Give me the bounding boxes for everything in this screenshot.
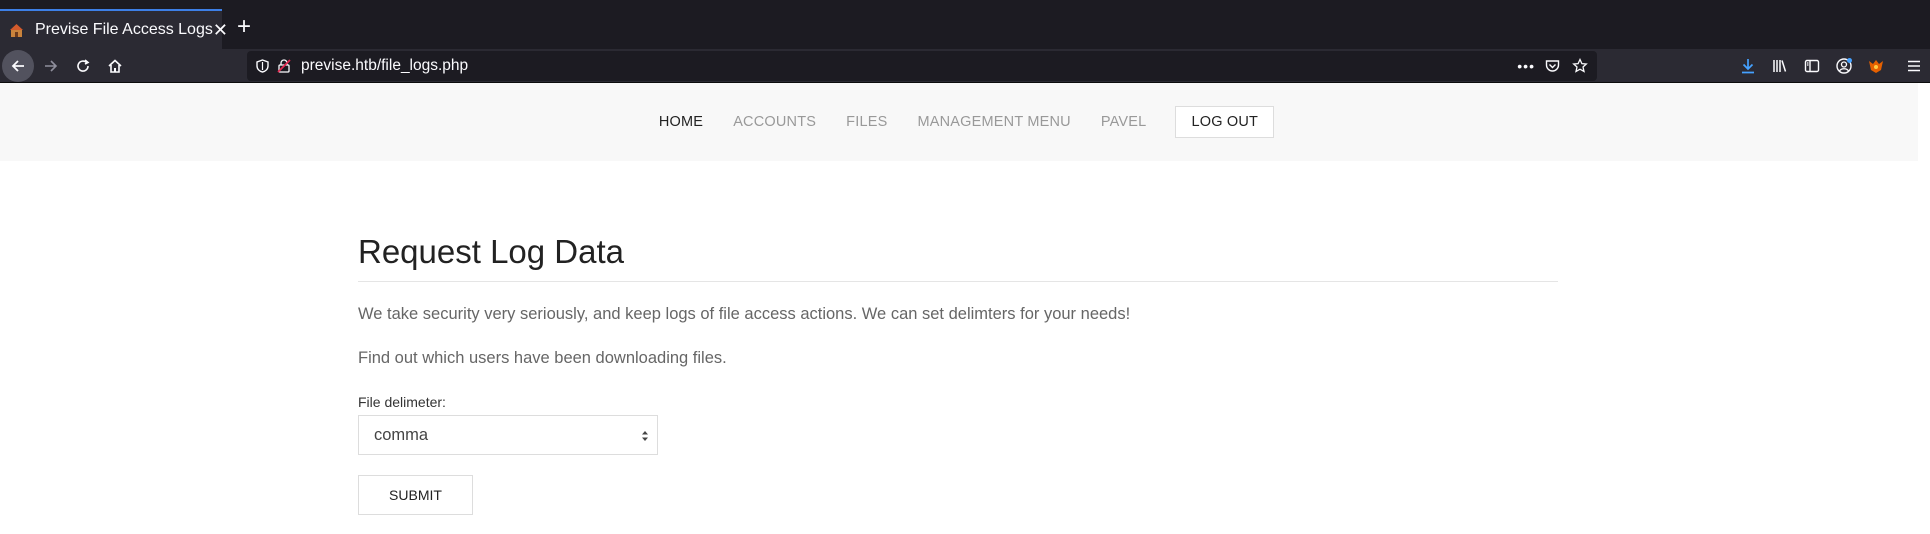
menu-item-home[interactable]: HOME <box>644 114 718 130</box>
back-arrow-icon <box>11 60 24 72</box>
navigation-toolbar: previse.htb/file_logs.php ••• <box>0 49 1930 83</box>
forward-arrow-icon <box>45 60 58 72</box>
menu-item-pavel[interactable]: PAVEL <box>1086 114 1162 130</box>
delimiter-label: File delimeter: <box>358 394 446 410</box>
url-actions: ••• <box>1517 51 1591 81</box>
select-arrows-icon <box>642 431 648 441</box>
description-paragraph: Find out which users have been downloadi… <box>358 349 727 367</box>
page-actions-menu-icon[interactable]: ••• <box>1517 58 1535 74</box>
library-button[interactable] <box>1764 50 1796 82</box>
insecure-lock-icon[interactable] <box>273 55 295 77</box>
logout-button[interactable]: LOG OUT <box>1175 106 1275 138</box>
account-icon <box>1836 58 1852 74</box>
menu-item-accounts[interactable]: ACCOUNTS <box>718 114 831 130</box>
back-button[interactable] <box>2 50 34 82</box>
tab-close-icon[interactable]: ✕ <box>213 20 228 41</box>
home-icon <box>108 59 122 73</box>
site-header: HOME ACCOUNTS FILES MANAGEMENT MENU PAVE… <box>0 83 1918 161</box>
tab-strip: Previse File Access Logs ✕ + <box>0 0 1930 49</box>
extension-button[interactable] <box>1860 50 1892 82</box>
menu-item-files[interactable]: FILES <box>831 114 902 130</box>
new-tab-button[interactable]: + <box>228 12 260 44</box>
forward-button[interactable] <box>35 50 67 82</box>
sidebar-button[interactable] <box>1796 50 1828 82</box>
page-title: Request Log Data <box>358 233 625 270</box>
download-icon <box>1742 59 1754 74</box>
menu-item-management-menu[interactable]: MANAGEMENT MENU <box>902 114 1085 130</box>
delimiter-selected-value: comma <box>374 425 429 444</box>
account-button[interactable] <box>1828 50 1860 82</box>
intro-paragraph: We take security very seriously, and kee… <box>358 305 1131 323</box>
reload-button[interactable] <box>67 50 99 82</box>
hamburger-menu-icon <box>1908 60 1920 72</box>
foxyproxy-icon <box>1869 60 1883 73</box>
main-menu: HOME ACCOUNTS FILES MANAGEMENT MENU PAVE… <box>0 83 1918 161</box>
downloads-button[interactable] <box>1732 50 1764 82</box>
home-button[interactable] <box>99 50 131 82</box>
tracking-shield-icon[interactable] <box>251 55 273 77</box>
sidebar-icon <box>1804 59 1820 73</box>
url-bar[interactable]: previse.htb/file_logs.php ••• <box>247 51 1597 81</box>
library-icon <box>1773 60 1787 72</box>
bookmark-star-icon[interactable] <box>1569 55 1591 77</box>
toolbar-right <box>1732 50 1930 82</box>
title-divider <box>358 281 1558 282</box>
delimiter-select[interactable]: comma <box>358 415 658 455</box>
reload-icon <box>77 59 90 72</box>
app-menu-button[interactable] <box>1898 50 1930 82</box>
pocket-icon[interactable] <box>1541 55 1563 77</box>
url-text[interactable]: previse.htb/file_logs.php <box>301 57 468 75</box>
submit-button[interactable]: SUBMIT <box>358 475 473 515</box>
site-favicon-icon <box>8 22 25 39</box>
tab-title: Previse File Access Logs <box>35 21 213 38</box>
browser-tab[interactable]: Previse File Access Logs ✕ <box>0 9 228 49</box>
